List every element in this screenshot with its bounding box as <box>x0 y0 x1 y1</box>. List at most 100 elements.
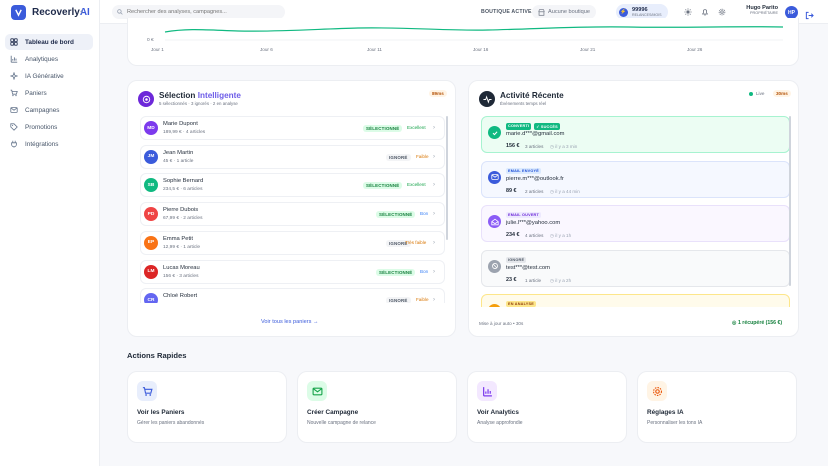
quick-action-cr-er-campagne[interactable]: Créer Campagne Nouvelle campagne de relan… <box>297 371 457 443</box>
cart-row[interactable]: JM Jean Martin 45 € · 1 article IGNORÉ Faibl… <box>140 144 445 169</box>
settings-gear-icon[interactable] <box>717 7 726 16</box>
user-role: PROPRIÉTAIRE <box>750 11 778 15</box>
customer-name: Pierre Dubois <box>163 207 199 214</box>
event-tags: EMAIL ENVOYÉ <box>506 167 542 174</box>
sidebar-item-label: Paniers <box>25 89 47 97</box>
tag-icon <box>10 123 18 131</box>
activity-title: Activité Récente <box>500 91 564 100</box>
sidebar-item-analytiques[interactable]: Analytiques <box>5 51 93 67</box>
shop-selector[interactable]: Aucune boutique <box>532 5 596 19</box>
clock-icon: ◷ <box>550 188 555 194</box>
selection-list: MD Marie Dupont 189,99 € · 4 articles SÉLEC… <box>140 116 445 303</box>
search-icon <box>117 9 123 15</box>
event-time: ◷ il y a 3 min <box>550 144 577 150</box>
target-icon <box>138 91 154 107</box>
quality-label: Excellent <box>407 182 426 188</box>
quality-label: Faible <box>416 297 429 303</box>
cart-row[interactable]: CR Chloé Robert IGNORÉ Faible › <box>140 288 445 303</box>
cart-meta: 189,99 € · 4 articles <box>163 130 206 135</box>
collapse-sidebar-icon[interactable]: ‹ <box>80 6 83 17</box>
customer-avatar: PD <box>144 207 158 222</box>
activity-item[interactable]: EN ANALYSE◷ <box>481 294 790 307</box>
x-tick-label: Jour 6 <box>260 47 273 52</box>
event-tag: ✓ SUCCÈS <box>534 123 560 130</box>
search-input[interactable] <box>127 9 277 15</box>
search-box[interactable] <box>112 5 285 19</box>
event-time-text: il y a 3 min <box>555 144 578 149</box>
quick-action-voir-analytics[interactable]: Voir Analytics Analyse approfondie <box>467 371 627 443</box>
status-badge: SÉLECTIONNÉ <box>363 182 403 190</box>
cart-amount: 156 € <box>506 143 520 149</box>
cart-row[interactable]: PD Pierre Dubois 67,99 € · 2 articles SÉLEC… <box>140 202 445 227</box>
sidebar-item-tableau-de-bord[interactable]: Tableau de bord <box>5 34 93 50</box>
sidebar-item-paniers[interactable]: Paniers <box>5 85 93 101</box>
event-time-text: il y a 44 min <box>555 188 580 194</box>
quick-actions-title: Actions Rapides <box>127 351 187 360</box>
customer-name: Chloé Robert <box>163 293 198 300</box>
theme-toggle-icon[interactable] <box>683 7 692 16</box>
check-icon <box>488 126 501 139</box>
customer-email: test***@test.com <box>506 264 550 271</box>
sidebar-item-label: Analytiques <box>25 55 59 63</box>
plug-icon <box>10 140 18 148</box>
quality-label: Faible <box>416 153 429 159</box>
customer-email: pierre.m***@outlook.fr <box>506 175 564 182</box>
activity-subtitle: Événements temps réel <box>500 101 547 106</box>
check-circle-icon: ◎ <box>732 320 737 326</box>
cart-row[interactable]: SB Sophie Bernard 234,5 € · 6 articles SÉLE… <box>140 173 445 198</box>
cart-row[interactable]: LM Lucas Moreau 156 € · 3 articles SÉLECTIO… <box>140 259 445 284</box>
bell-icon[interactable] <box>700 7 709 16</box>
activity-item[interactable]: CONVERTI ✓ SUCCÈS marie.d***@gmail.com 156 … <box>481 116 790 153</box>
customer-email: julie.l***@yahoo.com <box>506 220 561 226</box>
chevron-right-icon: › <box>433 239 435 246</box>
quick-action-r-glages-ia[interactable]: Réglages IA Personnaliser les tons IA <box>637 371 797 443</box>
store-icon <box>538 8 545 16</box>
mail-icon <box>488 170 501 184</box>
sidebar-item-int-grations[interactable]: Intégrations <box>5 136 93 152</box>
sidebar-item-ia-g-n-rative[interactable]: IA Générative <box>5 68 93 84</box>
live-indicator: Live <box>749 91 764 96</box>
cart-row[interactable]: EP Emma Petit 12,99 € · 1 article IGNORÉ Trè… <box>140 230 445 255</box>
chart-icon <box>477 381 497 401</box>
activity-footer: Mise à jour auto • 30s <box>479 321 524 326</box>
chevron-right-icon: › <box>433 268 435 275</box>
event-tags: IGNORÉ <box>506 256 527 263</box>
chart-icon <box>10 55 18 63</box>
cart-amount: 89 € <box>506 187 517 194</box>
cart-row[interactable]: MD Marie Dupont 189,99 € · 4 articles SÉLEC… <box>140 116 445 140</box>
quality-label: Très faible <box>405 239 427 245</box>
chevron-right-icon: › <box>433 125 435 131</box>
sidebar-item-label: Intégrations <box>25 140 59 148</box>
quick-action-subtitle: Analyse approfondie <box>477 420 523 426</box>
event-tag: CONVERTI <box>506 123 532 130</box>
customer-name: Jean Martin <box>163 149 194 156</box>
cart-icon <box>137 381 157 401</box>
logout-icon[interactable] <box>805 7 814 20</box>
x-tick-label: Jour 11 <box>367 47 382 52</box>
activity-item[interactable]: IGNORÉ test***@test.com 23 € 1 article ◷ il … <box>481 249 790 287</box>
quick-action-voir-les-paniers[interactable]: Voir les Paniers Gérer les paniers abando… <box>127 371 287 443</box>
view-all-carts-link[interactable]: Voir tous les paniers → <box>261 319 319 325</box>
mail-icon <box>307 381 327 401</box>
brand-logo[interactable]: RecoverlyAI <box>11 5 90 20</box>
event-tag: IGNORÉ <box>506 256 527 263</box>
status-badge: SÉLECTIONNÉ <box>376 268 416 276</box>
event-time-text: il y a 2h <box>555 277 572 283</box>
chevron-right-icon: › <box>433 297 435 303</box>
activity-scrollbar[interactable] <box>789 116 791 286</box>
cart-meta: 156 € · 3 articles <box>163 273 199 279</box>
live-label: Live <box>756 91 765 96</box>
logo-icon <box>11 5 26 20</box>
activity-item[interactable]: EMAIL OUVERT julie.l***@yahoo.com 234 € 4 a… <box>481 205 790 242</box>
status-badge: IGNORÉ <box>386 297 411 303</box>
customer-name: Marie Dupont <box>163 121 198 127</box>
cart-meta: 45 € · 1 article <box>163 158 194 164</box>
selection-scrollbar[interactable] <box>446 116 448 240</box>
event-time: ◷ il y a 44 min <box>550 189 580 195</box>
sidebar-item-campagnes[interactable]: Campagnes <box>5 102 93 118</box>
revenue-series-line <box>164 26 784 33</box>
sidebar-item-promotions[interactable]: Promotions <box>5 119 93 135</box>
event-time: ◷ il y a 2h <box>550 278 571 284</box>
activity-item[interactable]: EMAIL ENVOYÉ pierre.m***@outlook.fr 89 € 2 … <box>481 160 790 198</box>
user-info[interactable]: Hugo Parito PROPRIÉTAIRE <box>746 5 778 15</box>
